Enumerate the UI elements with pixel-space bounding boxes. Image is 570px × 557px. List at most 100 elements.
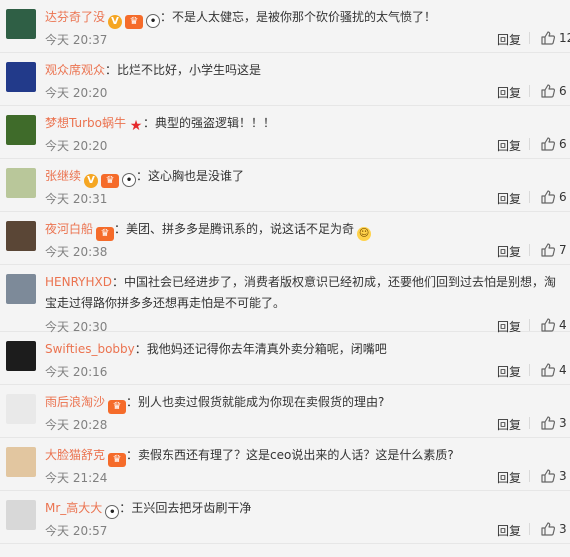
colon-separator: ：: [105, 63, 118, 77]
comment-timestamp: 今天 20:38: [45, 245, 108, 259]
vip-crown-icon: ♛: [101, 174, 120, 188]
comment-item: 梦想Turbo蜗牛 ★：典型的强盗逻辑！！！ 今天 20:20 回复 6: [0, 106, 570, 159]
avatar[interactable]: [6, 274, 36, 304]
reply-button[interactable]: 回复: [497, 84, 521, 101]
thumbs-up-icon[interactable]: [540, 189, 556, 205]
like-count: 3: [559, 469, 567, 483]
like-count: 6: [559, 84, 567, 98]
reply-button[interactable]: 回复: [497, 31, 521, 48]
like-count: 12: [559, 31, 570, 45]
username-link[interactable]: 夜河白船: [45, 222, 93, 236]
reply-button[interactable]: 回复: [497, 469, 521, 486]
action-divider: [529, 191, 530, 203]
username-link[interactable]: 达芬奇了没: [45, 10, 105, 24]
avatar[interactable]: [6, 9, 36, 39]
comment-text: 中国社会已经进步了，消费者版权意识已经初成，还要他们回到过去怕是别想，淘: [123, 275, 556, 289]
colon-separator: ：: [126, 395, 139, 409]
thumbs-up-icon[interactable]: [540, 83, 556, 99]
avatar[interactable]: [6, 341, 36, 371]
comment-body: Mr_高大大 • ：王兴回去把牙齿刷干净: [45, 500, 251, 519]
avatar[interactable]: [6, 447, 36, 477]
like-count: 3: [559, 522, 567, 536]
thumbs-up-icon[interactable]: [540, 136, 556, 152]
avatar[interactable]: [6, 62, 36, 92]
comment-item: 达芬奇了没 V ♛ • ：不是人太健忘，是被你那个砍价骚扰的太气愤了！ 今天 20:37 回…: [0, 0, 570, 53]
colon-separator: ：: [111, 275, 124, 289]
emoji-icon: ☺: [357, 227, 372, 241]
comment-item: 夜河白船 ♛ ：美团、拼多多是腾讯系的，说这话不足为奇 ☺ 今天 20:38 回复 7: [0, 212, 570, 265]
thumbs-up-icon[interactable]: [540, 415, 556, 431]
comment-body: 观众席观众：比烂不比好，小学生吗这是: [45, 62, 261, 78]
username-link[interactable]: HENRYHXD: [45, 275, 112, 289]
comment-body: 张继续 V ♛ • ：这心胸也是没谁了: [45, 168, 244, 188]
comment-list: 达芬奇了没 V ♛ • ：不是人太健忘，是被你那个砍价骚扰的太气愤了！ 今天 20:37 回…: [0, 0, 570, 544]
like-count: 4: [559, 318, 567, 332]
avatar[interactable]: [6, 500, 36, 530]
username-link[interactable]: 张继续: [45, 169, 81, 183]
action-divider: [529, 319, 530, 331]
username-link[interactable]: 梦想Turbo蜗牛: [45, 116, 126, 130]
thumbs-up-icon[interactable]: [540, 521, 556, 537]
reply-button[interactable]: 回复: [497, 243, 521, 260]
avatar[interactable]: [6, 394, 36, 424]
reply-button[interactable]: 回复: [497, 137, 521, 154]
colon-separator: ：: [134, 342, 147, 356]
thumbs-up-icon[interactable]: [540, 468, 556, 484]
verified-v-icon: V: [84, 174, 99, 188]
colon-separator: ：: [126, 448, 139, 462]
comment-body: 达芬奇了没 V ♛ • ：不是人太健忘，是被你那个砍价骚扰的太气愤了！: [45, 9, 436, 29]
comment-timestamp: 今天 20:28: [45, 418, 108, 432]
comment-body: 梦想Turbo蜗牛 ★：典型的强盗逻辑！！！: [45, 115, 275, 133]
comment-timestamp: 今天 20:57: [45, 524, 108, 538]
verified-v-icon: V: [108, 15, 123, 29]
avatar[interactable]: [6, 221, 36, 251]
colon-separator: ：: [119, 501, 132, 515]
reply-button[interactable]: 回复: [497, 416, 521, 433]
comment-text: 我他妈还记得你去年清真外卖分箱呢，闭嘴吧: [146, 342, 387, 356]
reply-button[interactable]: 回复: [497, 363, 521, 380]
comment-body: 雨后浪淘沙 ♛ ：别人也卖过假货就能成为你现在卖假货的理由?: [45, 394, 384, 414]
comment-item: Mr_高大大 • ：王兴回去把牙齿刷干净今天 20:57 回复 3: [0, 491, 570, 544]
like-count: 4: [559, 363, 567, 377]
username-link[interactable]: 雨后浪淘沙: [45, 395, 105, 409]
panda-badge-icon: •: [105, 505, 120, 519]
avatar[interactable]: [6, 168, 36, 198]
reply-button[interactable]: 回复: [497, 190, 521, 207]
comment-text: 美团、拼多多是腾讯系的，说这话不足为奇: [126, 222, 355, 236]
action-divider: [529, 470, 530, 482]
comment-body: HENRYHXD：中国社会已经进步了，消费者版权意识已经初成，还要他们回到过去怕…: [45, 274, 556, 290]
colon-separator: ：: [160, 10, 173, 24]
comment-timestamp: 今天 20:16: [45, 365, 108, 379]
like-count: 3: [559, 416, 567, 430]
comment-body: 夜河白船 ♛ ：美团、拼多多是腾讯系的，说这话不足为奇 ☺: [45, 221, 372, 241]
comment-item: 观众席观众：比烂不比好，小学生吗这是 今天 20:20 回复 6: [0, 53, 570, 106]
colon-separator: ：: [114, 222, 127, 236]
comment-timestamp: 今天 20:20: [45, 139, 108, 153]
username-link[interactable]: 大脸猫舒克: [45, 448, 105, 462]
thumbs-up-icon[interactable]: [540, 30, 556, 46]
comment-text: 典型的强盗逻辑！！！: [155, 116, 276, 130]
comment-item: 大脸猫舒克 ♛ ：卖假东西还有理了？这是ceo说出来的人话？这是什么素质? 今天 21…: [0, 438, 570, 491]
action-divider: [529, 32, 530, 44]
vip-crown-icon: ♛: [108, 400, 127, 414]
username-link[interactable]: 观众席观众: [45, 63, 105, 77]
comment-text: 不是人太健忘，是被你那个砍价骚扰的太气愤了！: [172, 10, 437, 24]
like-count: 6: [559, 137, 567, 151]
username-link[interactable]: Swifties_bobby: [45, 342, 135, 356]
thumbs-up-icon[interactable]: [540, 242, 556, 258]
panda-badge-icon: •: [122, 173, 137, 187]
star-badge-icon: ★: [129, 118, 143, 134]
thumbs-up-icon[interactable]: [540, 317, 556, 333]
action-divider: [529, 364, 530, 376]
comment-item: 雨后浪淘沙 ♛ ：别人也卖过假货就能成为你现在卖假货的理由? 今天 20:28 回复 3: [0, 385, 570, 438]
comment-body: Swifties_bobby：我他妈还记得你去年清真外卖分箱呢，闭嘴吧: [45, 341, 387, 357]
thumbs-up-icon[interactable]: [540, 362, 556, 378]
reply-button[interactable]: 回复: [497, 522, 521, 539]
username-link[interactable]: Mr_高大大: [45, 501, 102, 515]
like-count: 6: [559, 190, 567, 204]
comment-item: HENRYHXD：中国社会已经进步了，消费者版权意识已经初成，还要他们回到过去怕…: [0, 265, 570, 334]
comment-text: 王兴回去把牙齿刷干净: [131, 501, 252, 515]
avatar[interactable]: [6, 115, 36, 145]
comment-timestamp: 今天 20:37: [45, 33, 108, 47]
panda-badge-icon: •: [146, 14, 161, 28]
